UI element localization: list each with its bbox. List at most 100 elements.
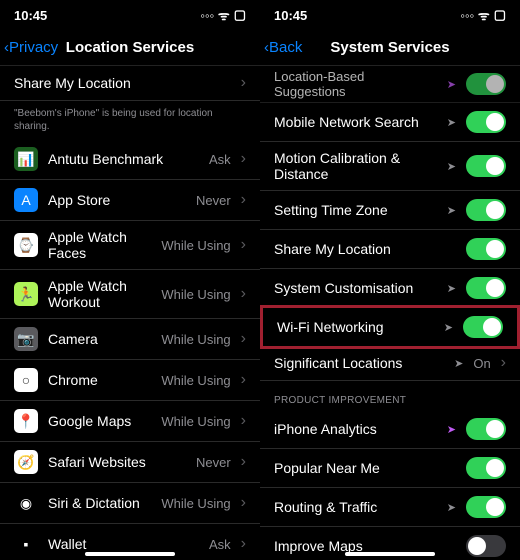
row-label: Safari Websites — [48, 454, 186, 470]
home-indicator[interactable] — [345, 552, 435, 556]
content[interactable]: Location-Based Suggestions ➤ Mobile Netw… — [260, 66, 520, 560]
row-label: Apple Watch Faces — [48, 229, 151, 261]
row-label: Wi-Fi Networking — [277, 319, 434, 335]
toggle-switch[interactable] — [466, 457, 506, 479]
back-button[interactable]: ‹ Privacy — [4, 39, 58, 56]
row-label: Popular Near Me — [274, 460, 456, 476]
row-value: While Using — [161, 287, 230, 302]
location-arrow-icon: ➤ — [447, 204, 456, 217]
app-row[interactable]: ○ Chrome While Using › — [0, 360, 260, 401]
chevron-right-icon: › — [241, 494, 246, 512]
share-location-row[interactable]: Share My Location › — [0, 66, 260, 101]
row-label: Setting Time Zone — [274, 202, 437, 218]
row-value: While Using — [161, 238, 230, 253]
phone-left: 10:45 ◦◦◦ ᯤ ▢ ‹ Privacy Location Service… — [0, 0, 260, 560]
app-row[interactable]: 🏃 Apple Watch Workout While Using › — [0, 270, 260, 319]
app-icon: 🏃 — [14, 282, 38, 306]
wifi-networking-row[interactable]: Wi-Fi Networking ➤ — [260, 305, 520, 349]
back-label: Back — [269, 39, 302, 56]
phone-right: 10:45 ◦◦◦ ᯤ ▢ ‹ Back System Services Loc… — [260, 0, 520, 560]
system-service-row[interactable]: System Customisation ➤ — [260, 269, 520, 308]
row-label: Routing & Traffic — [274, 499, 437, 515]
product-improvement-row[interactable]: iPhone Analytics ➤ — [260, 410, 520, 449]
chevron-right-icon: › — [241, 74, 246, 92]
toggle-switch[interactable] — [466, 199, 506, 221]
system-service-row[interactable]: Setting Time Zone ➤ — [260, 191, 520, 230]
app-row[interactable]: ⌚ Apple Watch Faces While Using › — [0, 221, 260, 270]
row-label: Mobile Network Search — [274, 114, 437, 130]
home-indicator[interactable] — [85, 552, 175, 556]
toggle-switch[interactable] — [466, 155, 506, 177]
app-row[interactable]: 🧭 Safari Websites Never › — [0, 442, 260, 483]
row-label: App Store — [48, 192, 186, 208]
system-service-row[interactable]: Mobile Network Search ➤ — [260, 103, 520, 142]
status-indicators: ◦◦◦ ᯤ ▢ — [460, 6, 506, 24]
app-icon: 📍 — [14, 409, 38, 433]
wifi-icon: ◦◦◦ ᯤ — [460, 6, 489, 24]
significant-locations-row[interactable]: Significant Locations ➤ On › — [260, 346, 520, 381]
toggle-switch[interactable] — [466, 73, 506, 95]
product-improvement-row[interactable]: Routing & Traffic ➤ — [260, 488, 520, 527]
chevron-right-icon: › — [241, 330, 246, 348]
app-row[interactable]: 📷 Camera While Using › — [0, 319, 260, 360]
location-arrow-icon: ➤ — [447, 116, 456, 129]
battery-icon: ▢ — [234, 7, 246, 23]
toggle-switch[interactable] — [466, 496, 506, 518]
product-improvement-row[interactable]: Popular Near Me — [260, 449, 520, 488]
row-label: Siri & Dictation — [48, 495, 151, 511]
app-row[interactable]: 📍 Google Maps While Using › — [0, 401, 260, 442]
toggle-switch[interactable] — [466, 238, 506, 260]
app-row[interactable]: 📊 Antutu Benchmark Ask › — [0, 139, 260, 180]
status-bar: 10:45 ◦◦◦ ᯤ ▢ — [260, 0, 520, 30]
toggle-switch[interactable] — [466, 277, 506, 299]
system-service-row[interactable]: Motion Calibration & Distance ➤ — [260, 142, 520, 191]
chevron-right-icon: › — [241, 453, 246, 471]
row-value: While Using — [161, 414, 230, 429]
location-arrow-icon: ➤ — [447, 501, 456, 514]
location-arrow-icon: ➤ — [447, 423, 456, 436]
row-label: Significant Locations — [274, 355, 444, 371]
row-value: While Using — [161, 332, 230, 347]
status-indicators: ◦◦◦ ᯤ ▢ — [200, 6, 246, 24]
row-value: While Using — [161, 496, 230, 511]
chevron-right-icon: › — [241, 412, 246, 430]
toggle-switch[interactable] — [463, 316, 503, 338]
row-label: Motion Calibration & Distance — [274, 150, 437, 182]
app-icon: 📊 — [14, 147, 38, 171]
app-icon: ▪ — [14, 532, 38, 556]
chevron-right-icon: › — [241, 150, 246, 168]
row-label: System Customisation — [274, 280, 437, 296]
location-arrow-icon: ➤ — [444, 321, 453, 334]
nav-bar: ‹ Back System Services — [260, 30, 520, 66]
location-arrow-icon: ➤ — [447, 160, 456, 173]
system-service-row[interactable]: Share My Location — [260, 230, 520, 269]
app-icon: ⌚ — [14, 233, 38, 257]
app-icon: ◉ — [14, 491, 38, 515]
app-icon: 📷 — [14, 327, 38, 351]
nav-bar: ‹ Privacy Location Services — [0, 30, 260, 66]
row-label: Apple Watch Workout — [48, 278, 151, 310]
back-button[interactable]: ‹ Back — [264, 39, 302, 56]
row-label: iPhone Analytics — [274, 421, 437, 437]
status-time: 10:45 — [14, 8, 47, 23]
row-value: Never — [196, 455, 231, 470]
app-row[interactable]: ◉ Siri & Dictation While Using › — [0, 483, 260, 524]
location-arrow-icon: ➤ — [447, 78, 456, 91]
row-value: While Using — [161, 373, 230, 388]
battery-icon: ▢ — [494, 7, 506, 23]
truncated-row[interactable]: Location-Based Suggestions ➤ — [260, 66, 520, 103]
content[interactable]: Share My Location › "Beebom's iPhone" is… — [0, 66, 260, 560]
row-label: Share My Location — [14, 75, 231, 91]
share-footer: "Beebom's iPhone" is being used for loca… — [0, 101, 260, 139]
toggle-switch[interactable] — [466, 418, 506, 440]
toggle-switch[interactable] — [466, 535, 506, 557]
chevron-right-icon: › — [501, 354, 506, 372]
app-row[interactable]: A App Store Never › — [0, 180, 260, 221]
back-label: Privacy — [9, 39, 58, 56]
status-bar: 10:45 ◦◦◦ ᯤ ▢ — [0, 0, 260, 30]
section-header: PRODUCT IMPROVEMENT — [260, 381, 520, 410]
location-arrow-icon: ➤ — [447, 282, 456, 295]
app-icon: 🧭 — [14, 450, 38, 474]
chevron-right-icon: › — [241, 371, 246, 389]
toggle-switch[interactable] — [466, 111, 506, 133]
